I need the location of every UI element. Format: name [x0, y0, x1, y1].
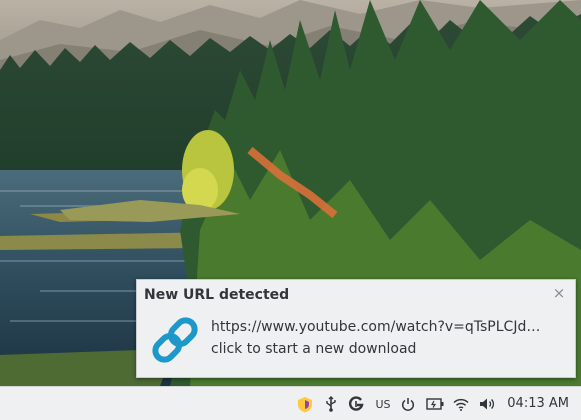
volume-icon[interactable]	[478, 395, 496, 413]
notification-popup[interactable]: New URL detected × https://www.youtube.c…	[136, 279, 576, 378]
vpn-shield-icon[interactable]	[296, 395, 314, 413]
close-icon[interactable]: ×	[552, 285, 566, 301]
system-panel: US 04:13 AM	[0, 386, 581, 420]
usb-icon[interactable]	[323, 395, 339, 413]
keyboard-layout[interactable]: US	[372, 395, 394, 413]
power-icon[interactable]	[400, 395, 416, 413]
battery-icon[interactable]	[425, 395, 445, 413]
notification-url[interactable]: https://www.youtube.com/watch?v=qTsPLCJd…	[211, 319, 540, 335]
wifi-icon[interactable]	[452, 395, 470, 413]
keyboard-layout-label: US	[375, 397, 391, 411]
download-manager-icon[interactable]	[347, 395, 365, 413]
link-icon	[147, 312, 203, 368]
notification-title: New URL detected	[144, 287, 290, 303]
clock[interactable]: 04:13 AM	[507, 396, 569, 411]
notification-action[interactable]: click to start a new download	[211, 341, 416, 357]
